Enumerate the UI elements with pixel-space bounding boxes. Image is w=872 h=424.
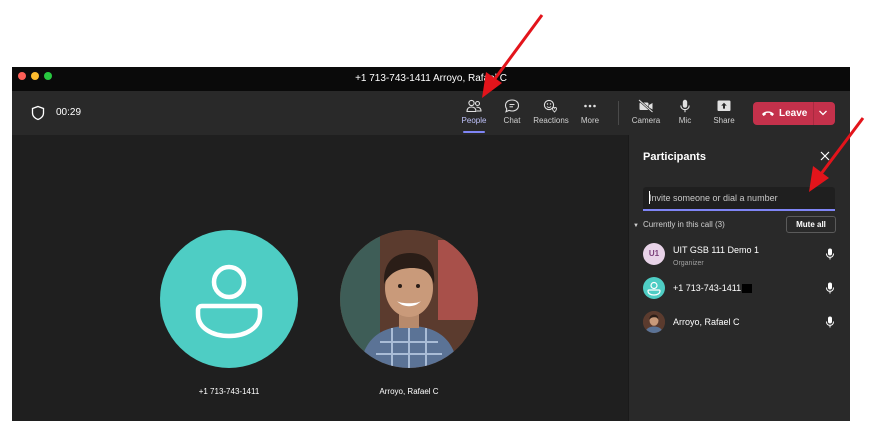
participant-row[interactable]: Arroyo, Rafael C [643, 307, 839, 337]
video-stage: +1 713-743-1411 Arroyo, Rafael C [12, 135, 628, 421]
mute-all-button[interactable]: Mute all [786, 216, 836, 233]
participant-tile-phone[interactable] [160, 230, 298, 368]
participant-row[interactable]: +1 713-743-1411 [643, 273, 839, 303]
person-icon [195, 264, 263, 339]
microphone-icon [680, 99, 690, 113]
text-caret [649, 191, 650, 204]
share-button[interactable]: Share [704, 99, 744, 125]
teams-call-window: +1 713-743-1411 Arroyo, Rafael C 00:29 P… [12, 67, 850, 421]
microphone-icon[interactable] [825, 248, 835, 260]
reactions-label: Reactions [533, 116, 569, 125]
avatar [643, 311, 665, 333]
people-active-indicator [463, 131, 485, 133]
shield-icon[interactable] [30, 105, 46, 121]
participant-row[interactable]: U1 UIT GSB 111 Demo 1 Organizer [643, 239, 839, 269]
section-label: Currently in this call (3) [642, 220, 725, 229]
microphone-icon[interactable] [825, 316, 835, 328]
people-label: People [461, 116, 487, 125]
more-button[interactable]: More [570, 99, 610, 125]
meeting-toolbar: 00:29 People Chat Reactions More Camera … [12, 91, 850, 135]
tile-name-phone: +1 713-743-1411 [198, 387, 260, 396]
hang-up-icon [762, 111, 774, 116]
caret-down-icon: ▼ [633, 223, 639, 229]
annotation-arrow-people [482, 14, 544, 98]
profile-photo [340, 230, 478, 368]
chat-label: Chat [503, 116, 521, 125]
mic-button[interactable]: Mic [665, 99, 705, 125]
camera-label: Camera [631, 116, 661, 125]
window-title: +1 713-743-1411 Arroyo, Rafael C [355, 73, 507, 84]
participant-name-wrap: +1 713-743-1411 [673, 283, 753, 294]
more-options-icon [584, 104, 596, 108]
participant-name: UIT GSB 111 Demo 1 [673, 245, 760, 255]
mic-label: Mic [678, 116, 692, 125]
participant-name: Arroyo, Rafael C [673, 317, 740, 327]
avatar [643, 277, 665, 299]
more-label: More [580, 116, 600, 125]
share-label: Share [713, 116, 735, 125]
person-icon [647, 281, 661, 296]
title-bar: +1 713-743-1411 Arroyo, Rafael C [12, 67, 850, 91]
tile-name-rafael: Arroyo, Rafael C [379, 387, 439, 396]
redaction-mark [742, 284, 753, 294]
panel-title: Participants [643, 151, 706, 163]
share-screen-icon [717, 100, 731, 111]
call-timer: 00:29 [56, 107, 82, 118]
annotation-arrow-invite [809, 117, 865, 192]
avatar: U1 [643, 243, 665, 265]
participant-name: +1 713-743-1411 [673, 283, 742, 293]
camera-button[interactable]: Camera [626, 99, 666, 125]
profile-photo [643, 311, 665, 333]
microphone-icon[interactable] [825, 282, 835, 294]
camera-off-icon [638, 99, 654, 113]
participant-role: Organizer [673, 260, 704, 267]
toolbar-divider [618, 101, 619, 125]
participant-tile-rafael[interactable] [340, 230, 478, 368]
in-call-section-header[interactable]: ▼ Currently in this call (3) [633, 220, 725, 229]
